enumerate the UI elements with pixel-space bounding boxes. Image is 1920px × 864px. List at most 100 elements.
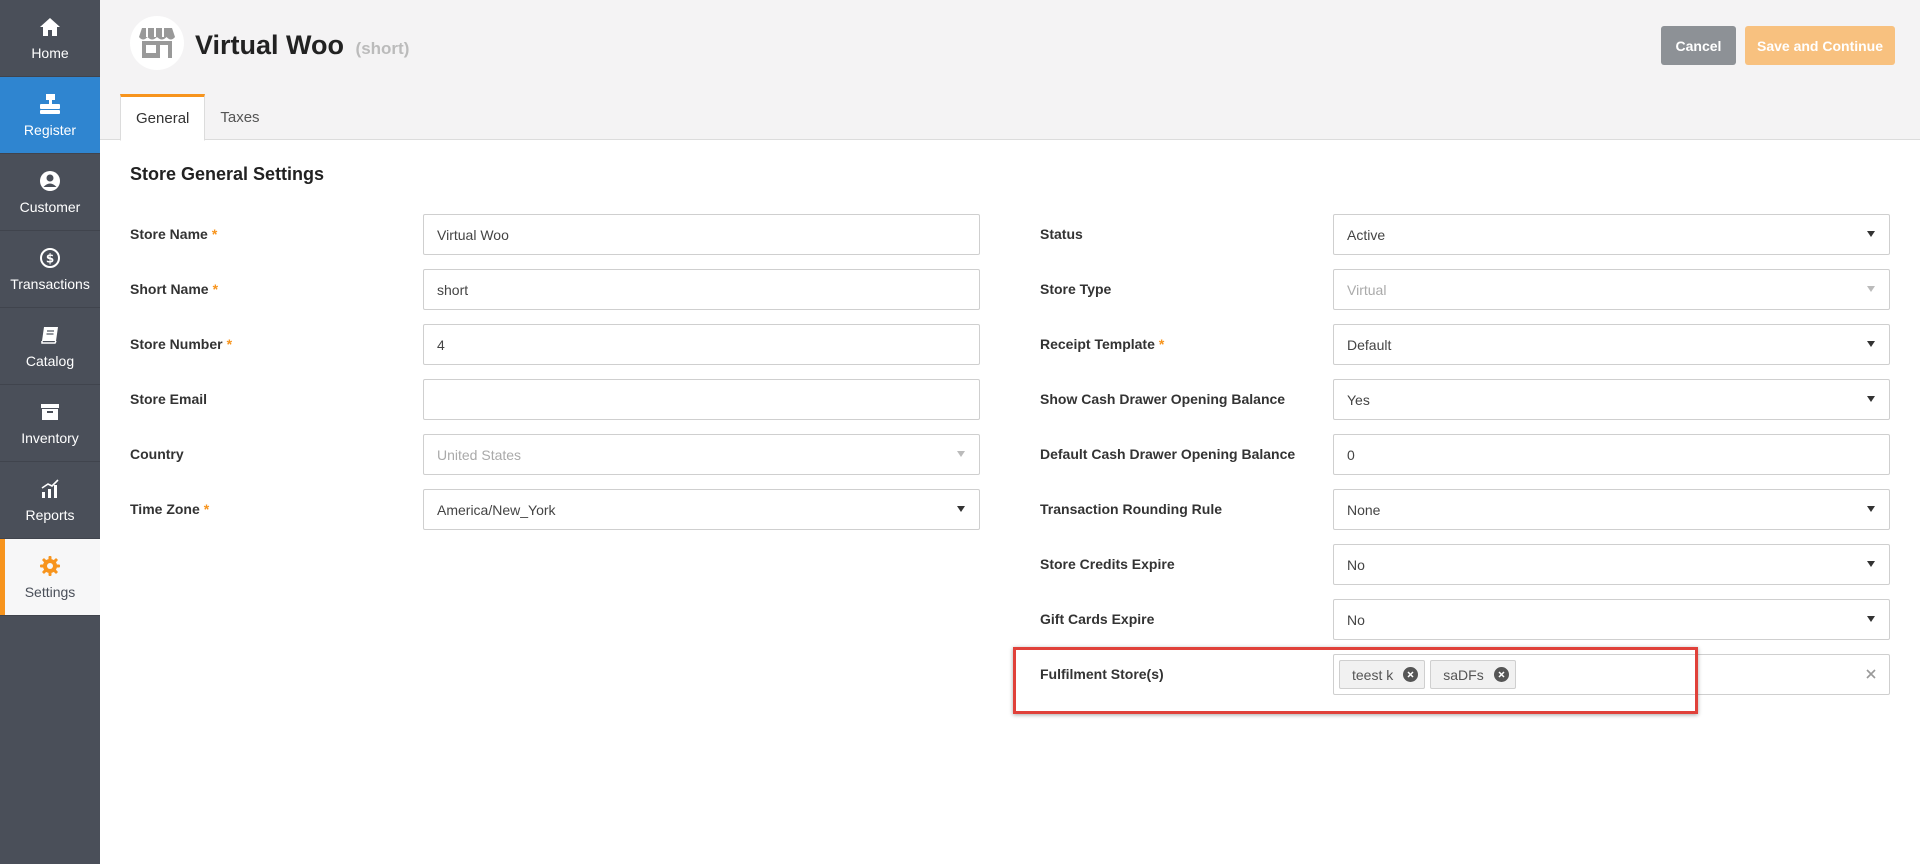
tab-bar: General Taxes bbox=[120, 94, 275, 141]
home-icon bbox=[38, 15, 62, 39]
short-name-row: Short Name * short bbox=[130, 269, 980, 310]
store-short-name: (short) bbox=[355, 39, 410, 58]
sidebar-item-label: Transactions bbox=[10, 276, 90, 292]
show-cash-drawer-row: Show Cash Drawer Opening Balance Yes bbox=[1040, 379, 1890, 420]
customer-icon bbox=[38, 169, 62, 193]
country-label: Country bbox=[130, 446, 184, 462]
tab-taxes[interactable]: Taxes bbox=[205, 94, 274, 140]
store-icon bbox=[130, 16, 184, 70]
show-cash-drawer-label: Show Cash Drawer Opening Balance bbox=[1040, 391, 1286, 407]
time-zone-row: Time Zone * America/New_York bbox=[130, 489, 980, 530]
store-email-label: Store Email bbox=[130, 391, 208, 407]
store-name-row: Store Name * Virtual Woo bbox=[130, 214, 980, 255]
register-icon bbox=[38, 92, 62, 116]
svg-text:$: $ bbox=[46, 252, 54, 266]
status-value: Active bbox=[1347, 226, 1386, 243]
settings-icon bbox=[38, 554, 62, 578]
sidebar-item-inventory[interactable]: Inventory bbox=[0, 385, 100, 462]
store-type-label: Store Type bbox=[1040, 281, 1112, 297]
rounding-rule-select[interactable]: None bbox=[1333, 489, 1890, 530]
short-name-input[interactable]: short bbox=[423, 269, 980, 310]
fulfilment-stores-multiselect[interactable]: teest k saDFs bbox=[1333, 654, 1890, 695]
store-email-input[interactable] bbox=[423, 379, 980, 420]
fulfilment-stores-label: Fulfilment Store(s) bbox=[1040, 666, 1164, 682]
rounding-rule-label: Transaction Rounding Rule bbox=[1040, 501, 1223, 517]
store-name-input[interactable]: Virtual Woo bbox=[423, 214, 980, 255]
chevron-down-icon bbox=[957, 451, 965, 457]
show-cash-drawer-value: Yes bbox=[1347, 391, 1370, 408]
save-and-continue-button[interactable]: Save and Continue bbox=[1745, 26, 1895, 65]
store-credits-expire-select[interactable]: No bbox=[1333, 544, 1890, 585]
page-title: Virtual Woo (short) bbox=[195, 30, 409, 61]
store-email-row: Store Email bbox=[130, 379, 980, 420]
inventory-icon bbox=[38, 400, 62, 424]
gift-cards-expire-value: No bbox=[1347, 611, 1365, 628]
fulfilment-store-tag: teest k bbox=[1339, 660, 1426, 689]
remove-tag-icon[interactable] bbox=[1493, 667, 1509, 682]
tab-general[interactable]: General bbox=[120, 94, 206, 141]
country-row: Country United States bbox=[130, 434, 980, 475]
cancel-button[interactable]: Cancel bbox=[1661, 26, 1736, 65]
chevron-down-icon bbox=[1867, 231, 1875, 237]
store-type-select: Virtual bbox=[1333, 269, 1890, 310]
tag-label: saDFs bbox=[1443, 666, 1484, 683]
time-zone-label: Time Zone * bbox=[130, 501, 210, 517]
tag-label: teest k bbox=[1352, 666, 1394, 683]
chevron-down-icon bbox=[1867, 341, 1875, 347]
sidebar: Home Register Customer $ Transactions Ca… bbox=[0, 0, 100, 864]
store-credits-expire-label: Store Credits Expire bbox=[1040, 556, 1175, 572]
chevron-down-icon bbox=[957, 506, 965, 512]
store-credits-expire-value: No bbox=[1347, 556, 1365, 573]
sidebar-item-label: Register bbox=[23, 122, 77, 138]
sidebar-item-transactions[interactable]: $ Transactions bbox=[0, 231, 100, 308]
status-row: Status Active bbox=[1040, 214, 1890, 255]
default-cash-drawer-input[interactable]: 0 bbox=[1333, 434, 1890, 475]
fulfilment-stores-row: Fulfilment Store(s) teest k saDFs bbox=[1040, 654, 1890, 695]
page-header: Virtual Woo (short) Cancel Save and Cont… bbox=[100, 0, 1920, 141]
receipt-template-label: Receipt Template * bbox=[1040, 336, 1165, 352]
store-number-row: Store Number * 4 bbox=[130, 324, 980, 365]
remove-tag-icon[interactable] bbox=[1403, 667, 1419, 682]
sidebar-item-label: Inventory bbox=[21, 430, 79, 446]
clear-all-icon[interactable] bbox=[1865, 667, 1877, 683]
short-name-label: Short Name * bbox=[130, 281, 219, 297]
fulfilment-store-tag: saDFs bbox=[1430, 660, 1516, 689]
reports-icon bbox=[38, 477, 62, 501]
sidebar-item-settings[interactable]: Settings bbox=[0, 539, 100, 616]
status-select[interactable]: Active bbox=[1333, 214, 1890, 255]
transactions-icon: $ bbox=[38, 246, 62, 270]
sidebar-item-register[interactable]: Register bbox=[0, 77, 100, 154]
sidebar-item-label: Settings bbox=[24, 584, 76, 600]
gift-cards-expire-select[interactable]: No bbox=[1333, 599, 1890, 640]
store-title: Virtual Woo bbox=[195, 30, 345, 60]
store-name-label: Store Name * bbox=[130, 226, 218, 242]
show-cash-drawer-select[interactable]: Yes bbox=[1333, 379, 1890, 420]
chevron-down-icon bbox=[1867, 396, 1875, 402]
chevron-down-icon bbox=[1867, 561, 1875, 567]
store-credits-expire-row: Store Credits Expire No bbox=[1040, 544, 1890, 585]
chevron-down-icon bbox=[1867, 286, 1875, 292]
sidebar-item-label: Home bbox=[31, 45, 69, 61]
receipt-template-select[interactable]: Default bbox=[1333, 324, 1890, 365]
default-cash-drawer-label: Default Cash Drawer Opening Balance bbox=[1040, 446, 1296, 462]
store-number-label: Store Number * bbox=[130, 336, 233, 352]
status-label: Status bbox=[1040, 226, 1083, 242]
gift-cards-expire-row: Gift Cards Expire No bbox=[1040, 599, 1890, 640]
sidebar-item-label: Customer bbox=[19, 199, 81, 215]
rounding-rule-row: Transaction Rounding Rule None bbox=[1040, 489, 1890, 530]
sidebar-item-home[interactable]: Home bbox=[0, 0, 100, 77]
catalog-icon bbox=[38, 323, 62, 347]
store-number-input[interactable]: 4 bbox=[423, 324, 980, 365]
chevron-down-icon bbox=[1867, 616, 1875, 622]
sidebar-item-customer[interactable]: Customer bbox=[0, 154, 100, 231]
store-type-value: Virtual bbox=[1347, 281, 1387, 298]
time-zone-select[interactable]: America/New_York bbox=[423, 489, 980, 530]
sidebar-item-reports[interactable]: Reports bbox=[0, 462, 100, 539]
time-zone-value: America/New_York bbox=[437, 501, 556, 518]
gift-cards-expire-label: Gift Cards Expire bbox=[1040, 611, 1155, 627]
default-cash-drawer-row: Default Cash Drawer Opening Balance 0 bbox=[1040, 434, 1890, 475]
sidebar-item-catalog[interactable]: Catalog bbox=[0, 308, 100, 385]
sidebar-item-label: Reports bbox=[25, 507, 75, 523]
country-value: United States bbox=[437, 446, 522, 463]
country-select: United States bbox=[423, 434, 980, 475]
